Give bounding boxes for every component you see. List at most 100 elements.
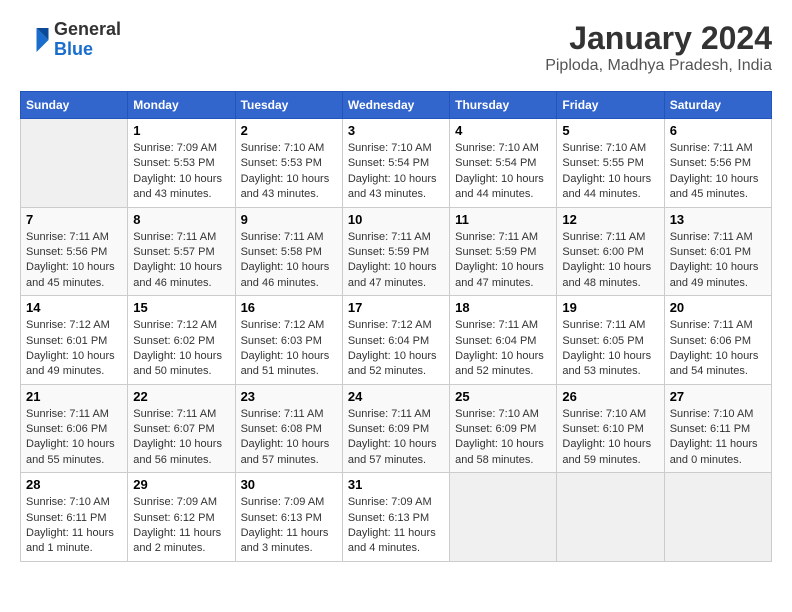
day-number: 25 <box>455 389 551 404</box>
day-info: Sunrise: 7:11 AM Sunset: 6:06 PM Dayligh… <box>26 407 122 469</box>
calendar-cell: 20 Sunrise: 7:11 AM Sunset: 6:06 PM Dayli… <box>664 296 771 385</box>
day-info: Sunrise: 7:10 AM Sunset: 5:54 PM Dayligh… <box>455 141 551 203</box>
calendar-table: SundayMondayTuesdayWednesdayThursdayFrid… <box>20 91 772 562</box>
page-header: General Blue January 2024 Piploda, Madhy… <box>20 20 772 75</box>
calendar-cell <box>450 473 557 562</box>
day-info: Sunrise: 7:11 AM Sunset: 6:00 PM Dayligh… <box>562 230 658 292</box>
calendar-cell: 29 Sunrise: 7:09 AM Sunset: 6:12 PM Dayli… <box>128 473 235 562</box>
calendar-cell: 19 Sunrise: 7:11 AM Sunset: 6:05 PM Dayli… <box>557 296 664 385</box>
calendar-cell: 3 Sunrise: 7:10 AM Sunset: 5:54 PM Daylig… <box>342 119 449 208</box>
day-info: Sunrise: 7:10 AM Sunset: 5:53 PM Dayligh… <box>241 141 337 203</box>
day-number: 3 <box>348 123 444 138</box>
calendar-cell: 2 Sunrise: 7:10 AM Sunset: 5:53 PM Daylig… <box>235 119 342 208</box>
day-info: Sunrise: 7:11 AM Sunset: 6:01 PM Dayligh… <box>670 230 766 292</box>
week-row-1: 1 Sunrise: 7:09 AM Sunset: 5:53 PM Daylig… <box>21 119 772 208</box>
calendar-cell: 26 Sunrise: 7:10 AM Sunset: 6:10 PM Dayli… <box>557 384 664 473</box>
calendar-cell <box>557 473 664 562</box>
title-block: January 2024 Piploda, Madhya Pradesh, In… <box>545 20 772 75</box>
calendar-cell: 16 Sunrise: 7:12 AM Sunset: 6:03 PM Dayli… <box>235 296 342 385</box>
day-info: Sunrise: 7:09 AM Sunset: 6:13 PM Dayligh… <box>241 495 337 557</box>
day-number: 23 <box>241 389 337 404</box>
calendar-cell: 23 Sunrise: 7:11 AM Sunset: 6:08 PM Dayli… <box>235 384 342 473</box>
day-info: Sunrise: 7:11 AM Sunset: 6:06 PM Dayligh… <box>670 318 766 380</box>
day-info: Sunrise: 7:12 AM Sunset: 6:04 PM Dayligh… <box>348 318 444 380</box>
day-info: Sunrise: 7:12 AM Sunset: 6:01 PM Dayligh… <box>26 318 122 380</box>
day-number: 28 <box>26 477 122 492</box>
calendar-cell: 13 Sunrise: 7:11 AM Sunset: 6:01 PM Dayli… <box>664 207 771 296</box>
day-number: 27 <box>670 389 766 404</box>
logo-general-text: General <box>54 20 121 40</box>
day-info: Sunrise: 7:10 AM Sunset: 6:09 PM Dayligh… <box>455 407 551 469</box>
calendar-header: SundayMondayTuesdayWednesdayThursdayFrid… <box>21 92 772 119</box>
calendar-cell: 24Sunrise: 7:11 AM Sunset: 6:09 PM Dayli… <box>342 384 449 473</box>
calendar-cell: 8Sunrise: 7:11 AM Sunset: 5:57 PM Daylig… <box>128 207 235 296</box>
day-number: 20 <box>670 300 766 315</box>
day-info: Sunrise: 7:12 AM Sunset: 6:03 PM Dayligh… <box>241 318 337 380</box>
day-info: Sunrise: 7:11 AM Sunset: 6:04 PM Dayligh… <box>455 318 551 380</box>
day-info: Sunrise: 7:09 AM Sunset: 6:13 PM Dayligh… <box>348 495 444 557</box>
calendar-cell: 6Sunrise: 7:11 AM Sunset: 5:56 PM Daylig… <box>664 119 771 208</box>
calendar-cell: 9 Sunrise: 7:11 AM Sunset: 5:58 PM Daylig… <box>235 207 342 296</box>
calendar-cell <box>21 119 128 208</box>
day-info: Sunrise: 7:09 AM Sunset: 5:53 PM Dayligh… <box>133 141 229 203</box>
day-number: 4 <box>455 123 551 138</box>
day-info: Sunrise: 7:12 AM Sunset: 6:02 PM Dayligh… <box>133 318 229 380</box>
day-info: Sunrise: 7:11 AM Sunset: 6:08 PM Dayligh… <box>241 407 337 469</box>
day-number: 19 <box>562 300 658 315</box>
day-number: 1 <box>133 123 229 138</box>
day-number: 12 <box>562 212 658 227</box>
day-info: Sunrise: 7:11 AM Sunset: 5:56 PM Dayligh… <box>26 230 122 292</box>
day-number: 18 <box>455 300 551 315</box>
day-info: Sunrise: 7:10 AM Sunset: 6:11 PM Dayligh… <box>26 495 122 557</box>
day-info: Sunrise: 7:11 AM Sunset: 6:05 PM Dayligh… <box>562 318 658 380</box>
header-cell-sunday: Sunday <box>21 92 128 119</box>
day-info: Sunrise: 7:10 AM Sunset: 6:10 PM Dayligh… <box>562 407 658 469</box>
day-number: 15 <box>133 300 229 315</box>
day-number: 5 <box>562 123 658 138</box>
header-cell-saturday: Saturday <box>664 92 771 119</box>
day-number: 7 <box>26 212 122 227</box>
day-number: 9 <box>241 212 337 227</box>
calendar-cell: 5 Sunrise: 7:10 AM Sunset: 5:55 PM Daylig… <box>557 119 664 208</box>
calendar-cell: 27 Sunrise: 7:10 AM Sunset: 6:11 PM Dayli… <box>664 384 771 473</box>
day-info: Sunrise: 7:10 AM Sunset: 6:11 PM Dayligh… <box>670 407 766 469</box>
header-cell-tuesday: Tuesday <box>235 92 342 119</box>
day-info: Sunrise: 7:11 AM Sunset: 5:58 PM Dayligh… <box>241 230 337 292</box>
day-number: 11 <box>455 212 551 227</box>
day-info: Sunrise: 7:09 AM Sunset: 6:12 PM Dayligh… <box>133 495 229 557</box>
day-number: 13 <box>670 212 766 227</box>
day-info: Sunrise: 7:11 AM Sunset: 6:07 PM Dayligh… <box>133 407 229 469</box>
calendar-cell: 31Sunrise: 7:09 AM Sunset: 6:13 PM Dayli… <box>342 473 449 562</box>
day-info: Sunrise: 7:11 AM Sunset: 5:59 PM Dayligh… <box>348 230 444 292</box>
header-cell-monday: Monday <box>128 92 235 119</box>
logo: General Blue <box>20 20 121 60</box>
calendar-cell: 17Sunrise: 7:12 AM Sunset: 6:04 PM Dayli… <box>342 296 449 385</box>
day-number: 14 <box>26 300 122 315</box>
calendar-cell: 7 Sunrise: 7:11 AM Sunset: 5:56 PM Daylig… <box>21 207 128 296</box>
logo-icon <box>20 25 50 55</box>
calendar-cell: 14 Sunrise: 7:12 AM Sunset: 6:01 PM Dayli… <box>21 296 128 385</box>
calendar-cell: 12 Sunrise: 7:11 AM Sunset: 6:00 PM Dayli… <box>557 207 664 296</box>
calendar-cell: 25 Sunrise: 7:10 AM Sunset: 6:09 PM Dayli… <box>450 384 557 473</box>
header-cell-friday: Friday <box>557 92 664 119</box>
calendar-cell: 10Sunrise: 7:11 AM Sunset: 5:59 PM Dayli… <box>342 207 449 296</box>
calendar-cell: 18 Sunrise: 7:11 AM Sunset: 6:04 PM Dayli… <box>450 296 557 385</box>
calendar-cell: 21Sunrise: 7:11 AM Sunset: 6:06 PM Dayli… <box>21 384 128 473</box>
day-number: 16 <box>241 300 337 315</box>
day-number: 2 <box>241 123 337 138</box>
header-row: SundayMondayTuesdayWednesdayThursdayFrid… <box>21 92 772 119</box>
week-row-2: 7 Sunrise: 7:11 AM Sunset: 5:56 PM Daylig… <box>21 207 772 296</box>
calendar-cell: 28 Sunrise: 7:10 AM Sunset: 6:11 PM Dayli… <box>21 473 128 562</box>
day-number: 22 <box>133 389 229 404</box>
logo-blue-text: Blue <box>54 40 121 60</box>
day-number: 26 <box>562 389 658 404</box>
day-info: Sunrise: 7:10 AM Sunset: 5:54 PM Dayligh… <box>348 141 444 203</box>
day-number: 29 <box>133 477 229 492</box>
calendar-cell: 22 Sunrise: 7:11 AM Sunset: 6:07 PM Dayli… <box>128 384 235 473</box>
calendar-body: 1 Sunrise: 7:09 AM Sunset: 5:53 PM Daylig… <box>21 119 772 562</box>
day-info: Sunrise: 7:10 AM Sunset: 5:55 PM Dayligh… <box>562 141 658 203</box>
day-info: Sunrise: 7:11 AM Sunset: 5:56 PM Dayligh… <box>670 141 766 203</box>
day-number: 8 <box>133 212 229 227</box>
header-cell-wednesday: Wednesday <box>342 92 449 119</box>
day-info: Sunrise: 7:11 AM Sunset: 6:09 PM Dayligh… <box>348 407 444 469</box>
